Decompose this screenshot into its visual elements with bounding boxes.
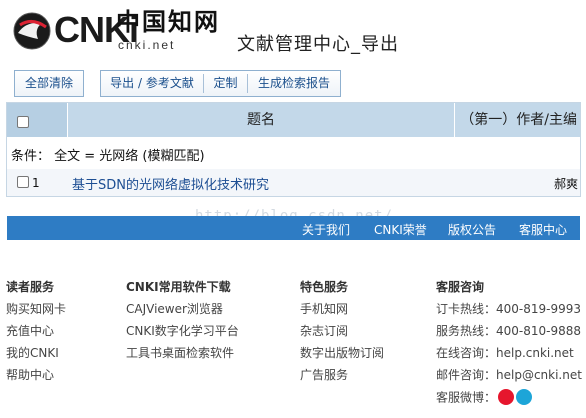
clear-all-button[interactable]: 全部清除 — [14, 70, 84, 97]
generate-report-button[interactable]: 生成检索报告 — [248, 71, 340, 96]
table-row: 1 基于SDN的光网络虚拟化技术研究 郝爽 — [7, 169, 580, 196]
customer-service-link[interactable]: 客服中心 — [519, 221, 567, 238]
digital-publication-subscription-link[interactable]: 数字出版物订阅 — [300, 346, 384, 368]
service-hotline: 服务热线：400-810-9888 — [436, 324, 582, 338]
customer-weibo-label: 客服微博： — [436, 390, 497, 405]
my-cnki-link[interactable]: 我的CNKI — [6, 346, 66, 368]
online-consult-link[interactable]: 在线咨询：help.cnki.net — [436, 346, 582, 368]
results-table: 题名 （第一）作者/主编 条件： 全文 = 光网络 (模糊匹配) 1 基于SDN… — [6, 102, 581, 197]
page-title: 文献管理中心_导出 — [237, 34, 399, 55]
card-hotline: 订卡热线：400-819-9993 — [436, 302, 582, 316]
customize-button[interactable]: 定制 — [204, 71, 247, 96]
title-column-header[interactable]: 题名 — [68, 103, 454, 137]
author-column-header[interactable]: （第一）作者/主编 — [455, 103, 580, 137]
mobile-cnki-link[interactable]: 手机知网 — [300, 302, 384, 324]
column-title: 读者服务 — [6, 280, 55, 294]
magazine-subscription-link[interactable]: 杂志订阅 — [300, 324, 384, 346]
customer-support-column: 客服咨询 订卡热线：400-819-9993 服务热线：400-810-9888… — [436, 280, 582, 412]
email-consult-link[interactable]: 邮件咨询：help@cnki.net — [436, 368, 582, 390]
article-author: 郝爽 — [553, 177, 578, 191]
cnki-logo-url: cnki.net — [118, 38, 176, 52]
about-us-link[interactable]: 关于我们 — [302, 221, 350, 238]
header: CNKi 中国知网 cnki.net 文献管理中心_导出 — [0, 0, 586, 64]
tencent-weibo-icon[interactable] — [516, 389, 533, 405]
article-title-link[interactable]: 基于SDN的光网络虚拟化技术研究 — [72, 174, 269, 193]
search-condition: 条件： 全文 = 光网络 (模糊匹配) — [11, 149, 205, 164]
help-center-link[interactable]: 帮助中心 — [6, 368, 66, 390]
select-all-header — [7, 103, 67, 137]
column-title: CNKI常用软件下载 — [126, 280, 231, 294]
cajviewer-link[interactable]: CAJViewer浏览器 — [126, 302, 239, 324]
recharge-center-link[interactable]: 充值中心 — [6, 324, 66, 346]
column-title: 客服咨询 — [436, 280, 485, 294]
footer-link-bar: 关于我们 CNKI荣誉 版权公告 客服中心 — [7, 216, 580, 240]
row-checkbox[interactable] — [17, 176, 29, 188]
advertising-service-link[interactable]: 广告服务 — [300, 368, 384, 390]
software-download-column: CNKI常用软件下载 CAJViewer浏览器 CNKI数字化学习平台 工具书桌… — [126, 280, 239, 368]
select-all-checkbox[interactable] — [17, 116, 29, 128]
customer-weibo-row: 客服微博： — [436, 389, 582, 412]
featured-services-column: 特色服务 手机知网 杂志订阅 数字出版物订阅 广告服务 — [300, 280, 384, 390]
weibo-icon[interactable] — [498, 389, 515, 405]
export-button-group: 导出 / 参考文献 定制 生成检索报告 — [100, 70, 341, 97]
cnki-honor-link[interactable]: CNKI荣誉 — [374, 221, 427, 238]
row-number: 1 — [32, 176, 40, 190]
toolbar: 全部清除 导出 / 参考文献 定制 生成检索报告 — [0, 70, 586, 98]
buy-card-link[interactable]: 购买知网卡 — [6, 302, 66, 324]
reference-search-software-link[interactable]: 工具书桌面检索软件 — [126, 346, 239, 368]
column-title: 特色服务 — [300, 280, 349, 294]
export-refs-button[interactable]: 导出 / 参考文献 — [101, 71, 203, 96]
cnki-globe-icon — [13, 12, 51, 50]
copyright-notice-link[interactable]: 版权公告 — [448, 221, 496, 238]
cnki-logo-chinese: 中国知网 — [116, 7, 220, 36]
reader-services-column: 读者服务 购买知网卡 充值中心 我的CNKI 帮助中心 — [6, 280, 66, 390]
table-header: 题名 （第一）作者/主编 — [7, 103, 580, 137]
digital-learning-link[interactable]: CNKI数字化学习平台 — [126, 324, 239, 346]
